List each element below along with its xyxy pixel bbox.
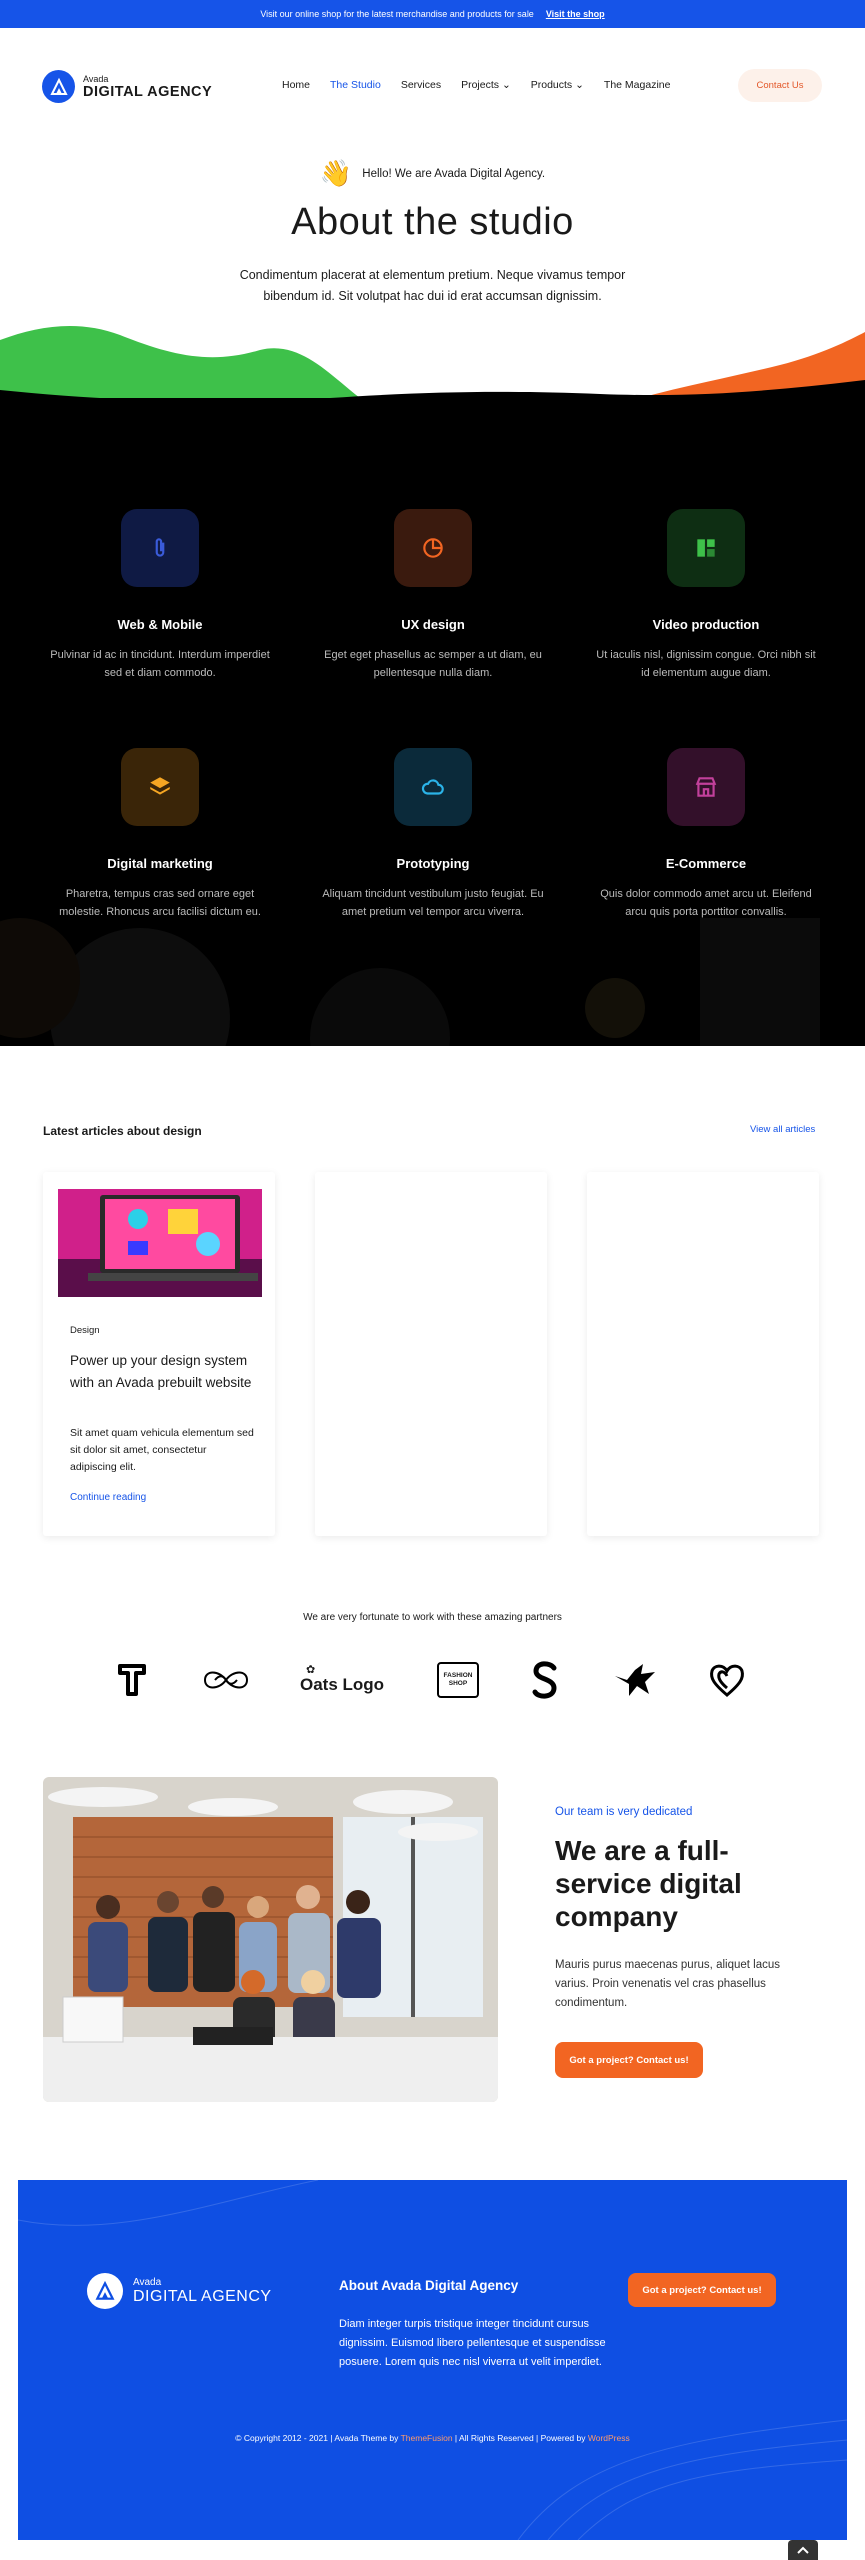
view-all-articles-link[interactable]: View all articles (750, 1124, 815, 1135)
team-photo (43, 1777, 498, 2102)
service-text: Quis dolor commodo amet arcu ut. Eleifen… (600, 888, 812, 918)
service-web-mobile: Web & Mobile Pulvinar id ac in tincidunt… (45, 509, 275, 682)
team-text: Mauris purus maecenas purus, aliquet lac… (555, 1959, 781, 2009)
service-e-commerce: E-Commerce Quis dolor commodo amet arcu … (591, 748, 821, 921)
nav-item-home[interactable]: Home (282, 79, 310, 91)
service-ux-design: UX design Eget eget phasellus ac semper … (318, 509, 548, 682)
chevron-down-icon: ⌄ (501, 79, 511, 91)
site-logo[interactable]: Avada DIGITAL AGENCY (42, 70, 212, 103)
service-title: E-Commerce (665, 856, 747, 871)
copyright-text-1: © Copyright 2012 - 2021 | Avada Theme by (235, 2433, 401, 2443)
site-footer: Avada DIGITAL AGENCY About Avada Digital… (18, 2180, 847, 2540)
logo-big-text: DIGITAL AGENCY (83, 83, 213, 100)
layout-icon (667, 509, 745, 587)
service-video-production: Video production Ut iaculis nisl, dignis… (591, 509, 821, 682)
nav-item-projects[interactable]: Projects ⌄ (461, 79, 511, 91)
oats-leaf-icon: ✿ (306, 1664, 316, 1676)
hero-section: 👋 Hello! We are Avada Digital Agency. Ab… (0, 143, 865, 333)
nav-item-projects-label: Projects (461, 79, 500, 91)
article-card-empty (587, 1172, 819, 1536)
service-text: Eget eget phasellus ac semper a ut diam,… (324, 649, 542, 679)
article-excerpt: Sit amet quam vehicula elementum sed sit… (70, 1427, 254, 1473)
decorative-waves (0, 325, 865, 410)
scroll-to-top-button[interactable] (788, 2540, 818, 2560)
continue-reading-link[interactable]: Continue reading (70, 1492, 146, 1503)
nav-item-products-label: Products (530, 79, 573, 91)
team-heading: We are a full-service digital company (555, 1835, 742, 1932)
nav-item-products[interactable]: Products ⌄ (531, 79, 584, 91)
announcement-text: Visit our online shop for the latest mer… (260, 9, 534, 19)
partners-logos: ✿ Oats Logo FASHION SHOP (0, 1655, 865, 1705)
store-icon (667, 748, 745, 826)
partner-logo-fashion-shop: FASHION SHOP (432, 1655, 484, 1705)
visit-shop-link[interactable]: Visit the shop (546, 9, 605, 19)
hero-text: Condimentum placerat at elementum pretiu… (239, 268, 626, 303)
nav-item-the-magazine[interactable]: The Magazine (604, 79, 671, 91)
wordpress-link[interactable]: WordPress (588, 2433, 630, 2443)
copyright-text-2: | All Rights Reserved | Powered by (452, 2433, 588, 2443)
footer-logo-big: DIGITAL AGENCY (133, 2287, 272, 2305)
hello-line: 👋 Hello! We are Avada Digital Agency. (0, 158, 865, 189)
layers-icon (121, 748, 199, 826)
themefusion-link[interactable]: ThemeFusion (401, 2433, 453, 2443)
team-subtitle: Our team is very dedicated (555, 1806, 693, 1818)
service-prototyping: Prototyping Aliquam tincidunt vestibulum… (318, 748, 548, 921)
copyright: © Copyright 2012 - 2021 | Avada Theme by… (18, 2433, 847, 2443)
services-section: Web & Mobile Pulvinar id ac in tincidunt… (0, 398, 865, 1046)
nav-item-services[interactable]: Services (401, 79, 441, 91)
background-shapes (0, 918, 820, 1046)
chevron-down-icon: ⌄ (575, 79, 584, 91)
service-text: Pulvinar id ac in tincidunt. Interdum im… (50, 649, 270, 679)
cloud-icon (394, 748, 472, 826)
fashion-line1: FASHION (443, 1672, 473, 1679)
waving-hand-icon: 👋 (319, 158, 353, 188)
service-text: Aliquam tincidunt vestibulum justo feugi… (322, 888, 544, 918)
article-category[interactable]: Design (70, 1325, 100, 1336)
footer-about-text: Diam integer turpis tristique integer ti… (339, 2318, 606, 2368)
service-title: Digital marketing (107, 856, 213, 871)
site-header: Avada DIGITAL AGENCY Home The Studio Ser… (0, 28, 865, 143)
articles-heading: Latest articles about design (43, 1124, 202, 1138)
partner-logo-heart-icon (702, 1655, 752, 1705)
logo-mark-icon (42, 70, 75, 103)
partner-logo-s-icon (525, 1655, 565, 1705)
service-text: Pharetra, tempus cras sed ornare eget mo… (59, 888, 261, 918)
article-thumbnail[interactable] (58, 1189, 262, 1297)
chevron-up-icon (797, 2546, 809, 2554)
oats-logo-text: Oats Logo (300, 1675, 385, 1694)
footer-logo-mark-icon (87, 2273, 123, 2309)
article-card-empty (315, 1172, 547, 1536)
article-card[interactable]: Design Power up your design system with … (43, 1172, 275, 1536)
main-nav: Home The Studio Services Projects ⌄ Prod… (282, 79, 670, 91)
footer-logo[interactable]: Avada DIGITAL AGENCY (87, 2273, 272, 2309)
fashion-line2: SHOP (448, 1680, 468, 1687)
paperclip-icon (121, 509, 199, 587)
service-digital-marketing: Digital marketing Pharetra, tempus cras … (45, 748, 275, 921)
got-a-project-button[interactable]: Got a project? Contact us! (555, 2042, 703, 2078)
partner-logo-oats: ✿ Oats Logo (300, 1655, 390, 1705)
footer-about-title: About Avada Digital Agency (339, 2278, 519, 2293)
contact-us-button[interactable]: Contact Us (738, 69, 822, 102)
service-title: UX design (401, 617, 465, 632)
hello-text: Hello! We are Avada Digital Agency. (362, 167, 546, 180)
service-title: Web & Mobile (117, 617, 203, 632)
service-title: Video production (652, 617, 760, 632)
article-title[interactable]: Power up your design system with an Avad… (70, 1350, 255, 1394)
partner-logo-t-icon (112, 1655, 152, 1705)
page-title: About the studio (291, 201, 574, 243)
pie-chart-icon (394, 509, 472, 587)
nav-item-the-studio[interactable]: The Studio (330, 79, 381, 91)
partners-heading: We are very fortunate to work with these… (303, 1612, 562, 1623)
service-text: Ut iaculis nisl, dignissim congue. Orci … (596, 649, 816, 679)
partner-logo-bird-icon (610, 1655, 660, 1705)
fashion-shop-badge: FASHION SHOP (437, 1662, 479, 1698)
service-title: Prototyping (396, 856, 470, 871)
partner-logo-infinity-icon (198, 1655, 254, 1705)
announcement-bar: Visit our online shop for the latest mer… (0, 0, 865, 28)
footer-logo-small: Avada (133, 2276, 162, 2288)
logo-small-text: Avada (83, 73, 109, 84)
footer-contact-button[interactable]: Got a project? Contact us! (628, 2273, 776, 2307)
